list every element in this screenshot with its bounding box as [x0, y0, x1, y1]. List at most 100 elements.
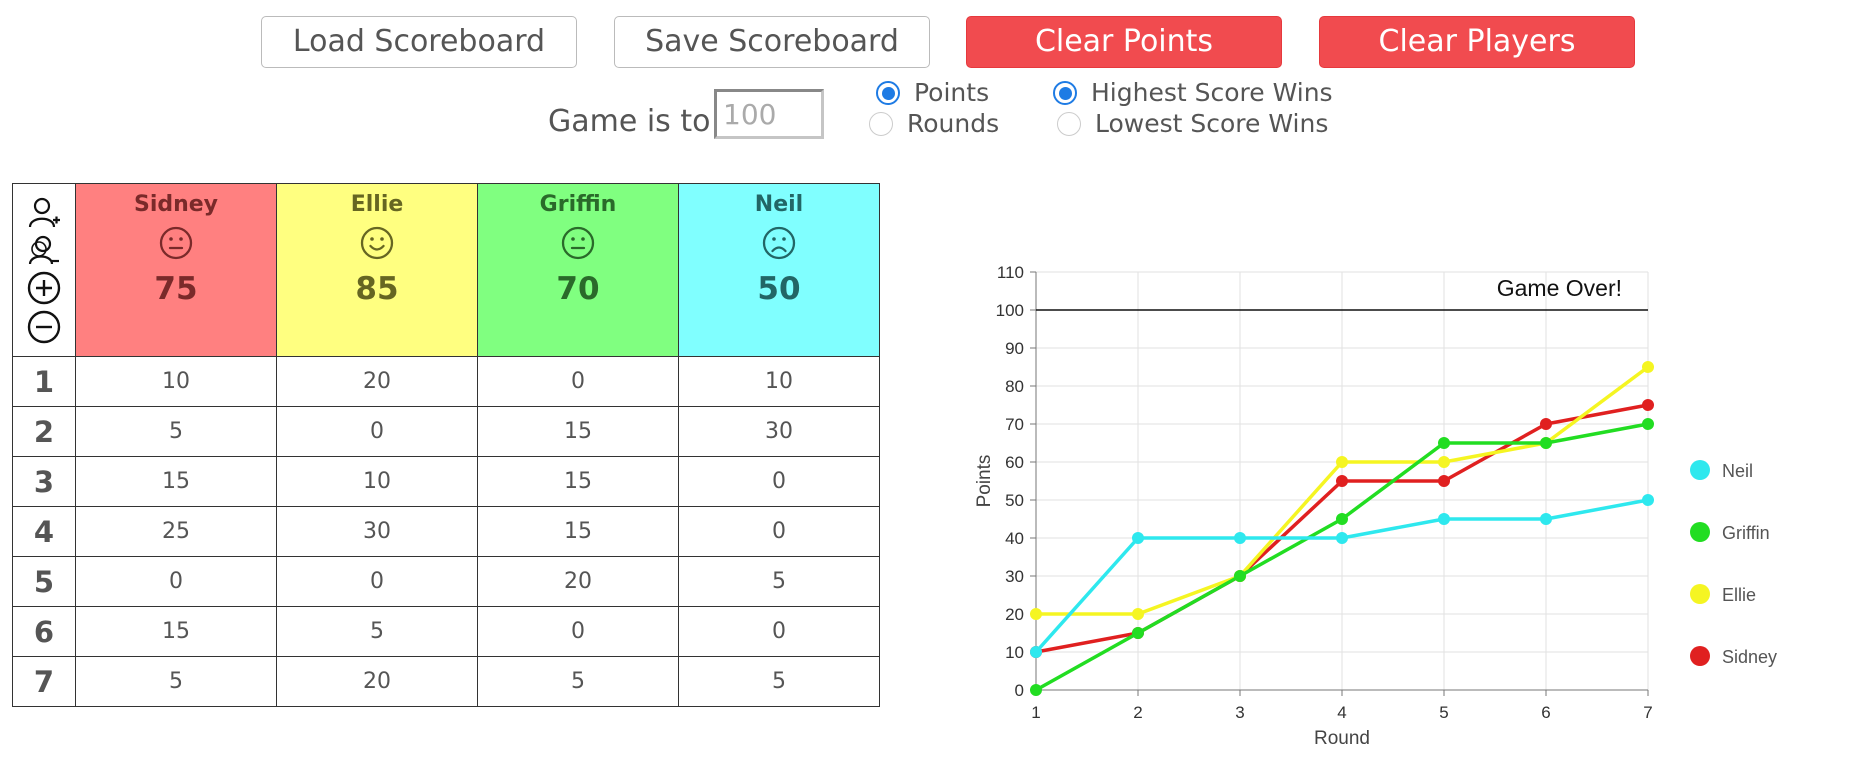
round-points-cell[interactable]: 15 — [477, 406, 679, 457]
round-points-cell[interactable]: 10 — [75, 356, 277, 407]
round-points-cell[interactable]: 5 — [678, 656, 880, 707]
data-point-griffin — [1642, 418, 1654, 430]
round-points-cell[interactable]: 5 — [276, 606, 478, 657]
round-points-cell[interactable]: 0 — [678, 506, 880, 557]
y-tick-label: 90 — [1005, 339, 1024, 358]
round-row: 1 10 20 0 10 — [12, 356, 880, 407]
y-tick-label: 60 — [1005, 453, 1024, 472]
data-point-ellie — [1336, 456, 1348, 468]
round-points-cell[interactable]: 20 — [276, 356, 478, 407]
points-radio-label: Points — [914, 78, 990, 107]
round-points-cell[interactable]: 0 — [276, 406, 478, 457]
player-header-neil[interactable]: Neil 50 — [678, 183, 880, 357]
round-points-cell[interactable]: 20 — [477, 556, 679, 607]
remove-player-icon[interactable] — [27, 233, 61, 267]
data-point-sidney — [1540, 418, 1552, 430]
player-total-score: 75 — [154, 271, 198, 307]
round-points-cell[interactable]: 10 — [678, 356, 880, 407]
round-points-cell[interactable]: 5 — [75, 656, 277, 707]
data-point-griffin — [1336, 513, 1348, 525]
data-point-neil — [1540, 513, 1552, 525]
legend-marker-griffin — [1690, 522, 1710, 542]
highest-score-wins-label: Highest Score Wins — [1091, 78, 1333, 107]
legend-label: Ellie — [1722, 585, 1756, 605]
legend-marker-sidney — [1690, 646, 1710, 666]
data-point-neil — [1030, 646, 1042, 658]
lowest-score-wins-radio-option[interactable]: Lowest Score Wins — [1057, 109, 1328, 138]
round-points-cell[interactable]: 30 — [678, 406, 880, 457]
player-header-griffin[interactable]: Griffin 70 — [477, 183, 679, 357]
player-total-score: 50 — [757, 271, 801, 307]
control-icons-cell — [12, 183, 76, 357]
highest-score-wins-radio[interactable] — [1053, 80, 1077, 105]
rounds-radio[interactable] — [869, 111, 893, 136]
add-player-icon[interactable] — [27, 196, 61, 230]
x-tick-label: 4 — [1337, 703, 1346, 722]
lowest-score-wins-radio[interactable] — [1057, 111, 1081, 136]
round-points-cell[interactable]: 10 — [276, 456, 478, 507]
player-name[interactable]: Neil — [679, 192, 879, 217]
y-tick-label: 100 — [996, 301, 1024, 320]
round-points-cell[interactable]: 0 — [678, 606, 880, 657]
data-point-neil — [1642, 494, 1654, 506]
legend-marker-neil — [1690, 460, 1710, 480]
round-points-cell[interactable]: 5 — [477, 656, 679, 707]
y-tick-label: 110 — [997, 263, 1024, 282]
y-tick-label: 40 — [1005, 529, 1024, 548]
round-row: 3 15 10 15 0 — [12, 456, 880, 507]
remove-round-icon[interactable] — [26, 309, 62, 345]
highest-score-wins-radio-option[interactable]: Highest Score Wins — [1053, 78, 1333, 107]
player-name[interactable]: Griffin — [478, 192, 678, 217]
clear-points-button[interactable]: Clear Points — [966, 16, 1282, 68]
round-row: 5 0 0 20 5 — [12, 556, 880, 607]
data-point-griffin — [1540, 437, 1552, 449]
round-points-cell[interactable]: 30 — [276, 506, 478, 557]
data-point-griffin — [1438, 437, 1450, 449]
round-points-cell[interactable]: 15 — [75, 456, 277, 507]
round-points-cell[interactable]: 0 — [477, 356, 679, 407]
player-header-row: Sidney 75 Ellie 85 Griffin 70 Neil 50 — [12, 183, 880, 357]
round-number: 4 — [12, 506, 76, 557]
player-header-sidney[interactable]: Sidney 75 — [75, 183, 277, 357]
player-header-ellie[interactable]: Ellie 85 — [276, 183, 478, 357]
clear-players-button[interactable]: Clear Players — [1319, 16, 1635, 68]
game-is-to-label: Game is to: — [548, 104, 721, 139]
data-point-neil — [1438, 513, 1450, 525]
game-over-annotation: Game Over! — [1497, 275, 1622, 301]
player-name[interactable]: Ellie — [277, 192, 477, 217]
player-name[interactable]: Sidney — [76, 192, 276, 217]
round-points-cell[interactable]: 0 — [75, 556, 277, 607]
player-total-score: 85 — [355, 271, 399, 307]
round-points-cell[interactable]: 5 — [678, 556, 880, 607]
points-radio-option[interactable]: Points — [876, 78, 989, 107]
y-tick-label: 10 — [1005, 643, 1024, 662]
round-points-cell[interactable]: 20 — [276, 656, 478, 707]
round-points-cell[interactable]: 25 — [75, 506, 277, 557]
game-target-input[interactable]: 100 — [714, 89, 824, 139]
round-points-cell[interactable]: 5 — [75, 406, 277, 457]
save-scoreboard-button[interactable]: Save Scoreboard — [614, 16, 930, 68]
round-points-cell[interactable]: 0 — [678, 456, 880, 507]
round-row: 7 5 20 5 5 — [12, 656, 880, 707]
round-row: 2 5 0 15 30 — [12, 406, 880, 457]
round-number: 5 — [12, 556, 76, 607]
data-point-ellie — [1030, 608, 1042, 620]
load-scoreboard-button[interactable]: Load Scoreboard — [261, 16, 577, 68]
round-number: 7 — [12, 656, 76, 707]
legend-label: Sidney — [1722, 647, 1777, 667]
round-points-cell[interactable]: 15 — [477, 456, 679, 507]
points-radio[interactable] — [876, 80, 900, 105]
round-number: 1 — [12, 356, 76, 407]
lowest-score-wins-label: Lowest Score Wins — [1095, 109, 1329, 138]
neutral-face-icon — [159, 226, 193, 260]
round-points-cell[interactable]: 15 — [75, 606, 277, 657]
score-line-chart: 0 10 20 30 40 50 60 70 80 90 100 110 1 2 3 4 5 6 7 Round Poi… — [974, 263, 1777, 749]
rounds-radio-option[interactable]: Rounds — [869, 109, 999, 138]
round-points-cell[interactable]: 0 — [276, 556, 478, 607]
smile-face-icon — [360, 226, 394, 260]
add-round-icon[interactable] — [26, 270, 62, 306]
data-point-sidney — [1642, 399, 1654, 411]
round-points-cell[interactable]: 0 — [477, 606, 679, 657]
y-tick-label: 70 — [1005, 415, 1024, 434]
round-points-cell[interactable]: 15 — [477, 506, 679, 557]
